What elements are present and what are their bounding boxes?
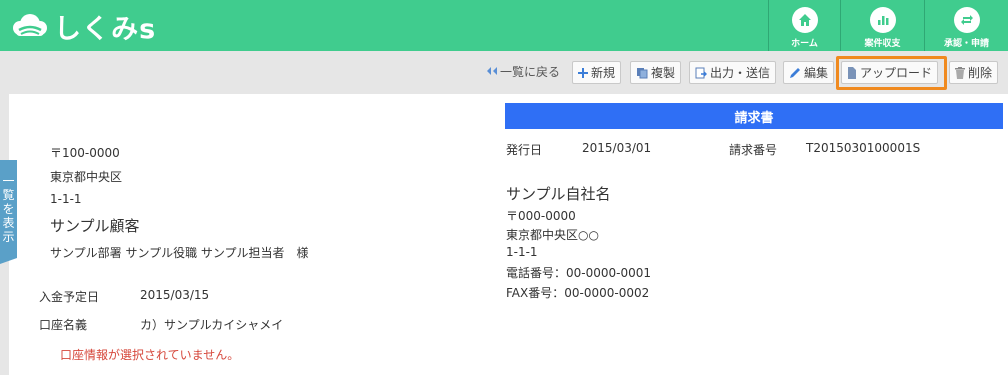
company-postal: 〒000-0000: [506, 209, 576, 223]
copy-button[interactable]: 複製: [630, 61, 682, 84]
show-list-tab-char: 一: [2, 174, 15, 188]
trash-icon: [955, 66, 965, 79]
recipient-address1: 東京都中央区: [50, 170, 123, 184]
new-button-label: 新規: [591, 66, 616, 80]
nav-approval-label: 承認・申請: [943, 39, 989, 49]
company-address2: 1-1-1: [506, 245, 538, 259]
nav-home-label: ホーム: [791, 39, 818, 49]
invoice-number-value: T2015030100001S: [806, 141, 921, 155]
company-tel: 電話番号：00-0000-0001: [506, 266, 652, 280]
company-address1: 東京都中央区○○: [506, 228, 599, 242]
company-name: サンプル自社名: [506, 185, 611, 203]
nav-home[interactable]: ホーム: [768, 0, 840, 51]
edit-button[interactable]: 編集: [783, 61, 835, 84]
document-icon: [847, 66, 857, 79]
app-header: しくみs ホーム 案件収支 承認・申請: [0, 0, 1008, 51]
edit-button-label: 編集: [804, 66, 829, 80]
toolbar: 一覧に戻る 新規 複製 出力・送信 編集 アップロード 削除: [0, 51, 1008, 92]
invoice-title: 請求書: [734, 110, 774, 126]
home-icon: [791, 7, 818, 33]
export-icon: [695, 67, 707, 79]
due-date-label: 入金予定日: [39, 290, 100, 304]
back-to-list-label: 一覧に戻る: [500, 65, 561, 79]
delete-button[interactable]: 削除: [949, 61, 999, 84]
issue-date-value: 2015/03/01: [582, 141, 652, 155]
nav-project-balance-label: 案件収支: [864, 39, 901, 49]
pencil-icon: [789, 67, 801, 79]
nav-project-balance[interactable]: 案件収支: [840, 0, 924, 51]
show-list-tab-char: 表: [2, 216, 15, 230]
bar-chart-icon: [869, 7, 896, 33]
plus-icon: [578, 67, 588, 78]
cycle-icon: [953, 7, 980, 33]
copy-icon: [636, 67, 648, 79]
invoice-title-bar: 請求書: [505, 103, 1003, 129]
show-list-tab-char: 覧: [2, 188, 15, 202]
recipient-address2: 1-1-1: [50, 192, 82, 206]
show-list-tab-char: を: [2, 202, 15, 216]
show-list-tab-char: 示: [2, 230, 15, 244]
upload-button[interactable]: アップロード: [841, 61, 939, 84]
recipient-person: サンプル部署 サンプル役職 サンプル担当者 様: [50, 246, 309, 260]
issue-date-label: 発行日: [506, 143, 543, 157]
app-logo[interactable]: しくみs: [10, 8, 157, 45]
upload-button-label: アップロード: [860, 66, 933, 80]
nav-approval[interactable]: 承認・申請: [924, 0, 1008, 51]
account-error-message: 口座情報が選択されていません。: [60, 348, 240, 362]
recipient-name: サンプル顧客: [50, 217, 140, 235]
account-name-label: 口座名義: [39, 318, 88, 332]
show-list-tab[interactable]: 一 覧 を 表 示: [0, 160, 17, 264]
cloud-logo-icon: [10, 11, 50, 41]
company-fax: FAX番号：00-0000-0002: [506, 286, 650, 300]
double-chevron-left-icon: [486, 65, 498, 79]
new-button[interactable]: 新規: [572, 61, 622, 84]
invoice-number-label: 請求番号: [729, 143, 778, 157]
due-date-value: 2015/03/15: [140, 288, 210, 302]
main-nav: ホーム 案件収支 承認・申請: [768, 0, 1008, 51]
output-send-button-label: 出力・送信: [710, 66, 771, 80]
delete-button-label: 削除: [968, 66, 993, 80]
output-send-button[interactable]: 出力・送信: [689, 61, 777, 84]
account-name-value: カ）サンプルカイシャメイ: [140, 318, 284, 332]
copy-button-label: 複製: [651, 66, 676, 80]
back-to-list-link[interactable]: 一覧に戻る: [486, 63, 560, 80]
recipient-postal: 〒100-0000: [50, 146, 120, 160]
logo-text: しくみs: [54, 13, 157, 45]
